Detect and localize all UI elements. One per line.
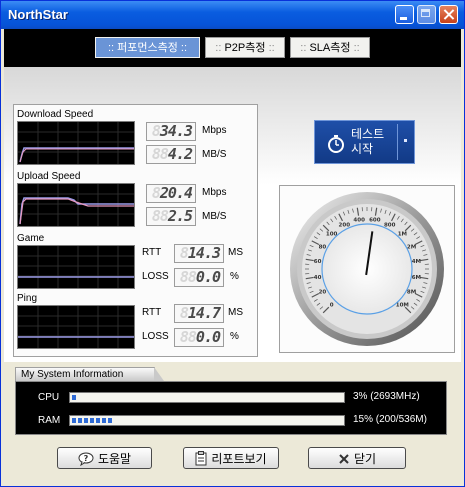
gauge-tick-label: 0 [330, 302, 334, 308]
ram-usage-bar-segment [72, 418, 76, 423]
gauge-tick-label: 40 [314, 275, 322, 281]
ping-rtt-display: 814.7 [174, 304, 224, 323]
ram-usage-bar-segment [102, 418, 106, 423]
app-window: NorthStar :: 퍼포먼스측정 :: :: P2P측정 :: :: SL… [0, 0, 465, 487]
main-panel: Download Speed 834.3 Mbps 884.2 MB/S Upl… [4, 67, 461, 362]
gauge-tick-label: 8M [407, 290, 416, 296]
tab-bar: :: 퍼포먼스측정 :: :: P2P측정 :: :: SLA측정 :: [4, 29, 461, 67]
ram-usage-bar [69, 415, 345, 426]
cpu-usage-bar [69, 392, 345, 403]
tab-p2p-label: P2P측정 [224, 42, 266, 54]
ping-graph-plot [18, 306, 134, 348]
gauge-tick-label: 80 [319, 244, 327, 250]
ping-rtt-unit: MS [228, 307, 243, 318]
game-rtt-unit: MS [228, 247, 243, 258]
cpu-label: CPU [38, 392, 60, 403]
title-bar[interactable]: NorthStar [1, 1, 464, 29]
gauge-tick-label: 10M [396, 302, 409, 308]
start-button-dropdown-icon[interactable] [404, 139, 407, 142]
stopwatch-icon [328, 135, 344, 153]
speed-gauge: 020406080100200400 6008001M2M4M6M8M10M [290, 192, 444, 346]
ping-loss-display: 880.0 [174, 328, 224, 347]
tab-performance[interactable]: :: 퍼포먼스측정 :: [95, 37, 200, 58]
system-info-box: CPU 3% (2693MHz) RAM 15% (200/536M) [15, 381, 447, 435]
upload-graph [17, 183, 135, 227]
game-loss-display: 880.0 [174, 268, 224, 287]
ram-usage-bar-segment [78, 418, 82, 423]
ping-loss-unit: % [230, 331, 239, 342]
help-button[interactable]: ? 도움말 [57, 447, 152, 469]
download-mbps-display: 834.3 [146, 122, 196, 141]
ram-usage-bar-segment [90, 418, 94, 423]
download-graph [17, 121, 135, 165]
start-button-divider [397, 124, 398, 160]
gauge-tick-label: 4M [412, 259, 421, 265]
download-mbs-display: 884.2 [146, 145, 196, 164]
start-test-label: 테스트 시작 [351, 127, 385, 156]
close-button[interactable]: 닫기 [308, 447, 406, 469]
ram-usage-bar-segment [108, 418, 112, 423]
gauge-tick-label: 60 [314, 259, 322, 265]
ram-label: RAM [38, 415, 61, 426]
metrics-panel: Download Speed 834.3 Mbps 884.2 MB/S Upl… [13, 104, 258, 357]
game-graph-plot [18, 246, 134, 288]
report-document-icon [195, 451, 207, 466]
upload-graph-plot [18, 184, 134, 226]
minimize-button[interactable] [395, 5, 414, 24]
game-loss-label: LOSS [142, 271, 169, 282]
gauge-tick-label: 600 [369, 218, 381, 224]
report-label: 리포트보기 [211, 451, 267, 466]
download-mbps-unit: Mbps [202, 125, 227, 136]
gauge-tick-label: 20 [319, 290, 327, 296]
close-x-icon [339, 454, 349, 464]
svg-text:?: ? [84, 454, 89, 463]
ping-graph [17, 305, 135, 349]
system-information: My System Information CPU 3% (2693MHz) R… [15, 367, 447, 435]
ping-label: Ping [17, 293, 38, 304]
tab-sla[interactable]: :: SLA측정 :: [290, 37, 370, 58]
ram-usage-text: 15% (200/536M) [353, 414, 427, 425]
ram-usage-bar-segment [84, 418, 88, 423]
tab-performance-label: 퍼포먼스측정 [117, 42, 178, 54]
upload-mbps-display: 820.4 [146, 184, 196, 203]
ping-rtt-label: RTT [142, 307, 162, 318]
upload-mbs-unit: MB/S [202, 211, 227, 222]
game-rtt-label: RTT [142, 247, 162, 258]
game-loss-unit: % [230, 271, 239, 282]
download-label: Download Speed [17, 109, 94, 120]
tab-sla-label: SLA측정 [309, 42, 351, 54]
gauge-tick-label: 6M [412, 275, 421, 281]
gauge-tick-label: 400 [353, 218, 365, 224]
start-test-button[interactable]: 테스트 시작 [314, 120, 415, 164]
game-label: Game [17, 233, 45, 244]
cpu-usage-bar-segment [72, 395, 76, 400]
close-window-button[interactable] [439, 5, 458, 24]
maximize-button[interactable] [417, 5, 436, 24]
game-rtt-display: 814.3 [174, 244, 224, 263]
system-info-title: My System Information [15, 367, 164, 381]
upload-mbs-display: 882.5 [146, 207, 196, 226]
upload-mbps-unit: Mbps [202, 187, 227, 198]
cpu-usage-text: 3% (2693MHz) [353, 391, 420, 402]
window-title: NorthStar [8, 7, 68, 22]
help-bubble-icon: ? [78, 452, 94, 466]
report-button[interactable]: 리포트보기 [183, 447, 279, 469]
download-graph-plot [18, 122, 134, 164]
tab-p2p[interactable]: :: P2P측정 :: [205, 37, 285, 58]
close-label: 닫기 [353, 451, 377, 466]
download-mbs-unit: MB/S [202, 149, 227, 160]
speed-gauge-panel: 0 20 40 60 80 100 200 400 600 800 1M 2M 4M 6M 8M 10M [279, 185, 455, 353]
upload-label: Upload Speed [17, 171, 81, 182]
gauge-tick-label: 2M [407, 244, 416, 250]
help-label: 도움말 [97, 451, 132, 466]
game-graph [17, 245, 135, 289]
ram-usage-bar-segment [96, 418, 100, 423]
ping-loss-label: LOSS [142, 331, 169, 342]
